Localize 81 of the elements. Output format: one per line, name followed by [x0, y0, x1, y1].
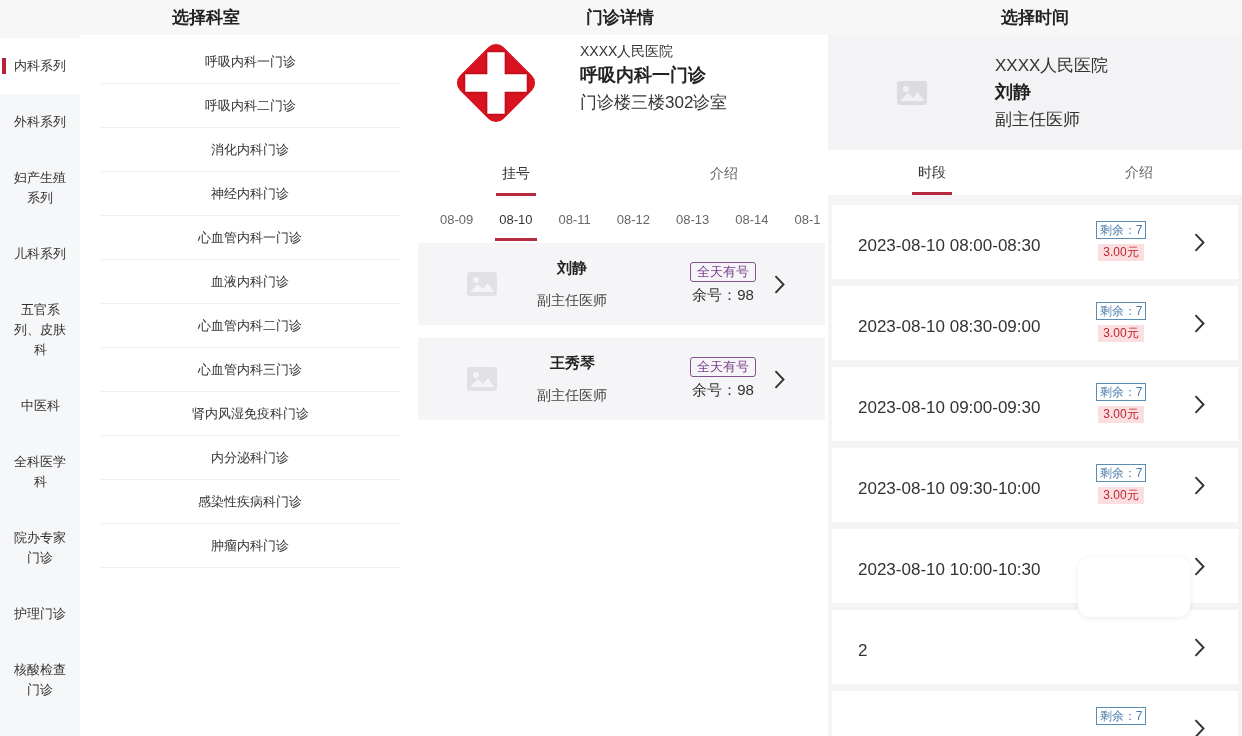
doctor-name: 刘静 — [557, 258, 587, 278]
date-tab[interactable]: 08-13 — [672, 210, 714, 241]
hospital-name: XXXX人民医院 — [995, 55, 1109, 77]
date-tab[interactable]: 08-14 — [731, 210, 773, 241]
category-item[interactable]: 内科系列 — [0, 38, 80, 94]
date-tab[interactable]: 08-09 — [436, 210, 478, 241]
department-item[interactable]: 血液内科门诊 — [100, 260, 400, 304]
time-slot-card[interactable]: 剩余：7 — [832, 691, 1238, 736]
remaining-tag: 剩余：7 — [1095, 707, 1147, 725]
category-item[interactable]: 外科系列 — [0, 94, 80, 150]
chevron-right-icon — [1194, 475, 1205, 495]
tab[interactable]: 挂号 — [496, 163, 536, 196]
department-item[interactable]: 内分泌科门诊 — [100, 436, 400, 480]
price-tag: 3.00元 — [1098, 244, 1144, 261]
doctor-title: 副主任医师 — [537, 291, 607, 310]
price-tag: 3.00元 — [1098, 325, 1144, 342]
chevron-right-icon — [1194, 637, 1205, 657]
date-tab[interactable]: 08-11 — [554, 210, 595, 241]
chevron-right-icon — [1194, 232, 1205, 252]
department-item[interactable]: 呼吸内科一门诊 — [100, 40, 400, 84]
doctor-name: 王秀琴 — [549, 353, 595, 373]
chevron-right-icon — [1194, 394, 1205, 414]
chevron-right-icon — [774, 274, 785, 294]
category-item[interactable]: 院办专家门诊 — [0, 510, 80, 586]
department-item[interactable]: 心血管内科三门诊 — [100, 348, 400, 392]
tab[interactable]: 介绍 — [1118, 162, 1159, 195]
slot-time: 2 — [858, 640, 868, 662]
category-item[interactable]: 核酸检查门诊 — [0, 642, 80, 718]
department-item[interactable]: 感染性疾病科门诊 — [100, 480, 400, 524]
doctor-title: 副主任医师 — [995, 109, 1081, 131]
department-item[interactable]: 心血管内科一门诊 — [100, 216, 400, 260]
price-tag: 3.00元 — [1098, 487, 1144, 504]
doctor-card[interactable]: 刘静 副主任医师 全天有号 余号：98 — [418, 243, 825, 325]
department-item[interactable]: 神经内科门诊 — [100, 172, 400, 216]
category-item[interactable]: 全科医学科 — [0, 434, 80, 510]
slot-time: 2023-08-10 09:00-09:30 — [858, 397, 1041, 419]
remaining-tag: 剩余：7 — [1095, 221, 1147, 239]
time-slot-card[interactable]: 2023-08-10 08:30-09:00 剩余：7 3.00元 — [832, 286, 1238, 360]
remaining-tag: 剩余：7 — [1095, 383, 1147, 401]
chevron-right-icon — [1194, 718, 1205, 736]
remaining-tag: 剩余：7 — [1095, 302, 1147, 320]
clinic-location: 门诊楼三楼302诊室 — [580, 92, 728, 114]
slot-time: 2023-08-10 08:00-08:30 — [858, 235, 1041, 257]
category-item[interactable]: 五官系列、皮肤科 — [0, 282, 80, 378]
chevron-right-icon — [774, 369, 785, 389]
date-tab[interactable]: 08-12 — [612, 210, 655, 241]
availability-tag: 全天有号 — [690, 262, 756, 282]
panel-header: 选择时间 — [828, 0, 1242, 35]
remaining-tag: 剩余：7 — [1095, 464, 1147, 482]
doctor-card[interactable]: 王秀琴 副主任医师 全天有号 余号：98 — [418, 338, 825, 420]
category-item[interactable]: 儿科系列 — [0, 226, 80, 282]
department-item[interactable]: 肿瘤内科门诊 — [100, 524, 400, 568]
time-slot-card[interactable]: 2023-08-10 09:30-10:00 剩余：7 3.00元 — [832, 448, 1238, 522]
time-slot-card[interactable]: 2023-08-10 08:00-08:30 剩余：7 3.00元 — [832, 205, 1238, 279]
chevron-right-icon — [1194, 313, 1205, 333]
chevron-right-icon — [1194, 556, 1205, 576]
panel-header: 选择科室 — [0, 0, 412, 35]
department-item[interactable]: 心血管内科二门诊 — [100, 304, 400, 348]
time-slot-card[interactable]: 2 — [832, 610, 1238, 684]
doctor-title: 副主任医师 — [537, 386, 607, 405]
department-item[interactable]: 肾内风湿免疫科门诊 — [100, 392, 400, 436]
department-item[interactable]: 消化内科门诊 — [100, 128, 400, 172]
category-item[interactable]: 妇产生殖系列 — [0, 150, 80, 226]
price-tag: 3.00元 — [1098, 406, 1144, 423]
slot-time: 2023-08-10 09:30-10:00 — [858, 478, 1041, 500]
availability-tag: 全天有号 — [690, 357, 756, 377]
clinic-name: 呼吸内科一门诊 — [580, 64, 707, 87]
hospital-name: XXXX人民医院 — [580, 42, 675, 61]
date-tab[interactable]: 08-1 — [790, 210, 825, 241]
time-slot-card[interactable]: 2023-08-10 09:00-09:30 剩余：7 3.00元 — [832, 367, 1238, 441]
slot-time: 2023-08-10 10:00-10:30 — [858, 559, 1041, 581]
remaining-count: 余号：98 — [692, 380, 754, 400]
panel-header: 门诊详情 — [412, 0, 828, 35]
tab[interactable]: 介绍 — [704, 163, 744, 196]
slot-time: 2023-08-10 08:30-09:00 — [858, 316, 1041, 338]
category-item[interactable]: 中医科 — [0, 378, 80, 434]
remaining-count: 余号：98 — [692, 285, 754, 305]
doctor-name: 刘静 — [995, 81, 1032, 104]
selection-bar-icon — [2, 58, 6, 74]
department-item[interactable]: 呼吸内科二门诊 — [100, 84, 400, 128]
category-item[interactable]: 护理门诊 — [0, 586, 80, 642]
